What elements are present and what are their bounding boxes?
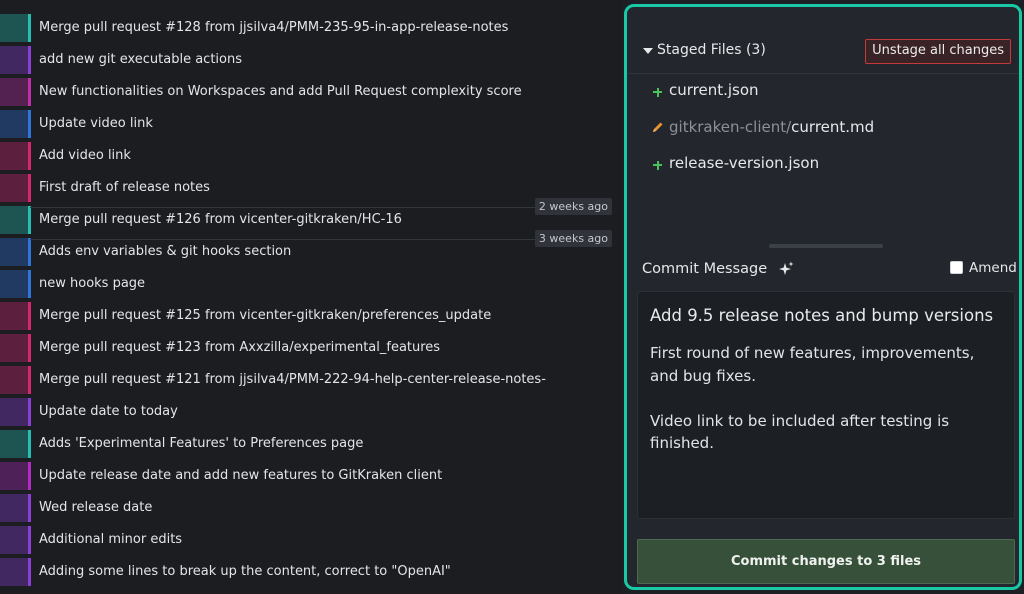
panel-resize-handle[interactable]: [769, 244, 883, 248]
branch-lane-tint: [0, 142, 28, 170]
commit-row[interactable]: new hooks page: [0, 268, 622, 300]
branch-lane-tint: [0, 398, 28, 426]
collapse-caret-icon[interactable]: [643, 48, 653, 54]
branch-color-bar: [28, 430, 31, 458]
date-separator: [30, 239, 610, 240]
ai-sparkle-icon[interactable]: [777, 260, 795, 278]
commit-message: Merge pull request #126 from vicenter-gi…: [39, 212, 402, 227]
staged-files-title: Staged Files (3): [657, 42, 766, 58]
commit-message: new hooks page: [39, 276, 146, 291]
commit-row[interactable]: Adds 'Experimental Features' to Preferen…: [0, 428, 622, 460]
branch-lane-tint: [0, 78, 28, 106]
amend-label: Amend: [969, 260, 1017, 276]
commit-row[interactable]: Update date to today: [0, 396, 622, 428]
branch-lane-tint: [0, 46, 28, 74]
commit-row[interactable]: Merge pull request #123 from Axxzilla/ex…: [0, 332, 622, 364]
commit-row[interactable]: Merge pull request #121 from jjsilva4/PM…: [0, 364, 622, 396]
branch-lane-tint: [0, 270, 28, 298]
commit-message: Add video link: [39, 148, 131, 163]
branch-color-bar: [28, 46, 31, 74]
commit-message: First draft of release notes: [39, 180, 210, 195]
branch-lane-tint: [0, 110, 28, 138]
branch-color-bar: [28, 78, 31, 106]
commit-message: Merge pull request #128 from jjsilva4/PM…: [39, 20, 509, 35]
file-added-icon: [651, 85, 665, 99]
branch-lane-tint: [0, 14, 28, 42]
commit-list: Merge pull request #128 from jjsilva4/PM…: [0, 0, 622, 594]
file-name: current.json: [669, 81, 759, 99]
file-added-icon: [651, 158, 665, 172]
commit-message-input[interactable]: Add 9.5 release notes and bump versions …: [637, 291, 1015, 519]
commit-message: Adds env variables & git hooks section: [39, 244, 292, 259]
commit-row[interactable]: Update video link: [0, 108, 622, 140]
branch-color-bar: [28, 398, 31, 426]
date-badge: 2 weeks ago: [534, 198, 612, 215]
branch-lane-tint: [0, 366, 28, 394]
branch-color-bar: [28, 174, 31, 202]
commit-message: New functionalities on Workspaces and ad…: [39, 84, 522, 99]
commit-message: Update video link: [39, 116, 153, 131]
commit-row[interactable]: add new git executable actions: [0, 44, 622, 76]
branch-lane-tint: [0, 174, 28, 202]
file-modified-icon: [653, 122, 663, 132]
commit-row[interactable]: Add video link: [0, 140, 622, 172]
commit-row[interactable]: New functionalities on Workspaces and ad…: [0, 76, 622, 108]
branch-color-bar: [28, 494, 31, 522]
commit-message: Merge pull request #121 from jjsilva4/PM…: [39, 372, 546, 387]
branch-lane-tint: [0, 430, 28, 458]
commit-row[interactable]: Update release date and add new features…: [0, 460, 622, 492]
commit-message: Wed release date: [39, 500, 153, 515]
branch-color-bar: [28, 526, 31, 554]
commit-row[interactable]: Adding some lines to break up the conten…: [0, 556, 622, 588]
branch-color-bar: [28, 462, 31, 490]
commit-summary-text[interactable]: Add 9.5 release notes and bump versions: [650, 306, 993, 325]
commit-message: Update release date and add new features…: [39, 468, 443, 483]
branch-color-bar: [28, 302, 31, 330]
commit-row[interactable]: Additional minor edits: [0, 524, 622, 556]
branch-color-bar: [28, 206, 31, 234]
amend-checkbox[interactable]: [950, 261, 963, 274]
commit-message: Update date to today: [39, 404, 178, 419]
branch-color-bar: [28, 366, 31, 394]
date-separator: [30, 207, 610, 208]
date-badge: 3 weeks ago: [534, 230, 612, 247]
branch-color-bar: [28, 558, 31, 586]
branch-lane-tint: [0, 334, 28, 362]
commit-message: Adds 'Experimental Features' to Preferen…: [39, 436, 364, 451]
commit-message: Merge pull request #123 from Axxzilla/ex…: [39, 340, 441, 355]
branch-lane-tint: [0, 558, 28, 586]
branch-lane-tint: [0, 238, 28, 266]
commit-row[interactable]: First draft of release notes: [0, 172, 622, 204]
branch-color-bar: [28, 334, 31, 362]
unstage-all-button[interactable]: Unstage all changes: [865, 39, 1011, 64]
branch-lane-tint: [0, 494, 28, 522]
branch-lane-tint: [0, 526, 28, 554]
commit-panel: Staged Files (3) Unstage all changes cur…: [624, 4, 1022, 590]
branch-color-bar: [28, 142, 31, 170]
branch-color-bar: [28, 14, 31, 42]
branch-lane-tint: [0, 462, 28, 490]
commit-message: Additional minor edits: [39, 532, 183, 547]
branch-color-bar: [28, 270, 31, 298]
commit-row[interactable]: Merge pull request #126 from vicenter-gi…: [0, 204, 622, 236]
commit-description-text[interactable]: First round of new features, improvement…: [650, 342, 1002, 455]
commit-row[interactable]: Merge pull request #128 from jjsilva4/PM…: [0, 12, 622, 44]
commit-message: Merge pull request #125 from vicenter-gi…: [39, 308, 492, 323]
commit-message-label: Commit Message: [642, 261, 768, 277]
commit-row[interactable]: Merge pull request #125 from vicenter-gi…: [0, 300, 622, 332]
commit-changes-button[interactable]: Commit changes to 3 files: [637, 539, 1015, 584]
commit-row[interactable]: Adds env variables & git hooks section: [0, 236, 622, 268]
commit-row[interactable]: Wed release date: [0, 492, 622, 524]
branch-color-bar: [28, 110, 31, 138]
commit-message: Adding some lines to break up the conten…: [39, 564, 451, 579]
branch-color-bar: [28, 238, 31, 266]
file-name: gitkraken-client/current.md: [669, 118, 875, 136]
file-name: release-version.json: [669, 154, 820, 172]
staged-files-header[interactable]: Staged Files (3) Unstage all changes: [627, 7, 1019, 74]
commit-message: add new git executable actions: [39, 52, 242, 67]
branch-lane-tint: [0, 302, 28, 330]
branch-lane-tint: [0, 206, 28, 234]
